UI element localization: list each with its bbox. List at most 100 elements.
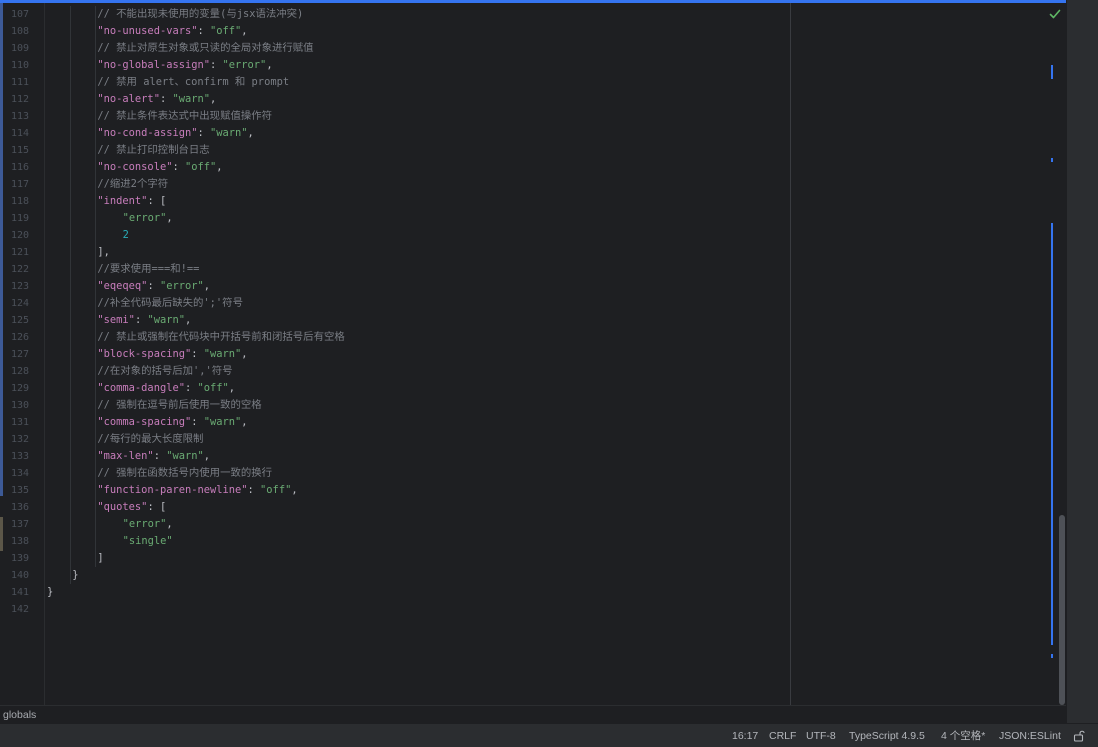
code-line[interactable]: "semi": "warn", <box>97 312 191 329</box>
line-number[interactable]: 136 <box>11 499 41 516</box>
code-token: "error" <box>159 280 204 292</box>
code-line[interactable]: "error", <box>123 210 173 227</box>
code-token: "off" <box>184 161 217 173</box>
line-number[interactable]: 116 <box>11 159 41 176</box>
change-stripe-mark[interactable] <box>1051 65 1053 79</box>
code-line[interactable]: ], <box>97 244 110 261</box>
code-line[interactable]: // 禁止对原生对象或只读的全局对象进行赋值 <box>97 40 313 57</box>
lock-icon[interactable] <box>1073 729 1085 742</box>
code-line[interactable]: } <box>47 584 53 601</box>
code-line[interactable]: // 禁止打印控制台日志 <box>97 142 209 159</box>
code-token: ] <box>97 552 104 564</box>
vertical-scrollbar[interactable] <box>1057 3 1066 705</box>
code-line[interactable]: ] <box>97 550 103 567</box>
line-number[interactable]: 122 <box>11 261 41 278</box>
change-stripe-mark[interactable] <box>1051 158 1053 162</box>
line-number[interactable]: 142 <box>11 601 41 618</box>
line-number[interactable]: 127 <box>11 346 41 363</box>
line-number-gutter[interactable]: 107 108 109 110 111 112 113 114 115 116 117 118 119 1… <box>4 3 44 705</box>
line-number[interactable]: 137 <box>11 516 41 533</box>
code-line[interactable]: } <box>72 567 78 584</box>
error-stripe[interactable] <box>1051 3 1054 705</box>
line-number[interactable]: 117 <box>11 176 41 193</box>
code-line[interactable]: "function-paren-newline": "off", <box>97 482 297 499</box>
line-number[interactable]: 134 <box>11 465 41 482</box>
breadcrumb[interactable]: globals <box>3 707 36 723</box>
code-line[interactable]: "indent": [ <box>97 193 166 210</box>
code-line[interactable]: "no-global-assign": "error", <box>97 57 272 74</box>
line-number[interactable]: 126 <box>11 329 41 346</box>
line-number[interactable]: 108 <box>11 23 41 40</box>
line-number[interactable]: 112 <box>11 91 41 108</box>
line-number[interactable]: 130 <box>11 397 41 414</box>
line-number[interactable]: 107 <box>11 6 41 23</box>
code-line[interactable]: //要求使用===和!== <box>97 261 199 278</box>
code-line[interactable]: //在对象的括号后加','符号 <box>97 363 232 380</box>
code-line[interactable]: "no-alert": "warn", <box>97 91 216 108</box>
line-number[interactable]: 118 <box>11 193 41 210</box>
vcs-modified-marker[interactable] <box>0 3 3 496</box>
line-number[interactable]: 133 <box>11 448 41 465</box>
change-stripe-mark[interactable] <box>1051 223 1053 645</box>
indent-setting[interactable]: 4 个空格* <box>941 729 985 743</box>
line-number[interactable]: 135 <box>11 482 41 499</box>
line-number[interactable]: 132 <box>11 431 41 448</box>
code-line[interactable]: // 强制在逗号前后使用一致的空格 <box>97 397 261 414</box>
code-line[interactable]: "quotes": [ <box>97 499 166 516</box>
line-number[interactable]: 131 <box>11 414 41 431</box>
code-line[interactable]: "no-console": "off", <box>97 159 222 176</box>
line-number[interactable]: 123 <box>11 278 41 295</box>
scrollbar-thumb[interactable] <box>1059 515 1065 705</box>
change-stripe-mark[interactable] <box>1051 654 1053 658</box>
code-token: "warn" <box>166 450 204 462</box>
line-number[interactable]: 125 <box>11 312 41 329</box>
caret-position[interactable]: 16:17 <box>732 729 758 743</box>
file-encoding[interactable]: UTF-8 <box>806 729 836 743</box>
line-number[interactable]: 138 <box>11 533 41 550</box>
line-number[interactable]: 141 <box>11 584 41 601</box>
code-line[interactable]: 2 <box>123 227 129 244</box>
code-line[interactable]: "max-len": "warn", <box>97 448 210 465</box>
code-line[interactable]: "comma-spacing": "warn", <box>97 414 247 431</box>
code-line[interactable]: // 禁止条件表达式中出现赋值操作符 <box>97 108 272 125</box>
line-number[interactable]: 139 <box>11 550 41 567</box>
json-schema[interactable]: JSON:ESLint <box>999 729 1061 743</box>
code-line[interactable]: // 强制在函数括号内使用一致的换行 <box>97 465 272 482</box>
code-line[interactable]: "block-spacing": "warn", <box>97 346 247 363</box>
vcs-changed-marker[interactable] <box>0 517 3 551</box>
line-number[interactable]: 121 <box>11 244 41 261</box>
line-number[interactable]: 128 <box>11 363 41 380</box>
code-token: , <box>228 382 236 394</box>
code-line[interactable]: //每行的最大长度限制 <box>97 431 203 448</box>
line-number[interactable]: 115 <box>11 142 41 159</box>
code-line[interactable]: "no-cond-assign": "warn", <box>97 125 253 142</box>
code-line[interactable]: //补全代码最后缺失的';'符号 <box>97 295 243 312</box>
line-number[interactable]: 129 <box>11 380 41 397</box>
code-line[interactable]: // 禁止或强制在代码块中开括号前和闭括号后有空格 <box>97 329 344 346</box>
language-service[interactable]: TypeScript 4.9.5 <box>849 729 925 743</box>
line-number[interactable]: 111 <box>11 74 41 91</box>
code-token: : <box>172 161 185 173</box>
line-separator[interactable]: CRLF <box>769 729 796 743</box>
line-number[interactable]: 120 <box>11 227 41 244</box>
line-number[interactable]: 113 <box>11 108 41 125</box>
code-token: "warn" <box>203 348 242 360</box>
code-line[interactable]: "eqeqeq": "error", <box>97 278 210 295</box>
line-number[interactable]: 109 <box>11 40 41 57</box>
code-token: , <box>166 518 173 530</box>
code-line[interactable]: // 不能出现未使用的变量(与jsx语法冲突) <box>97 6 303 23</box>
code-line[interactable]: "no-unused-vars": "off", <box>97 23 247 40</box>
code-content[interactable]: // 不能出现未使用的变量(与jsx语法冲突) "no-unused-vars":… <box>46 3 786 705</box>
code-token: "quotes" <box>97 501 148 513</box>
line-number[interactable]: 140 <box>11 567 41 584</box>
line-number[interactable]: 124 <box>11 295 41 312</box>
code-line[interactable]: //缩进2个字符 <box>97 176 168 193</box>
code-line[interactable]: "error", <box>123 516 173 533</box>
code-line[interactable]: "single" <box>123 533 173 550</box>
code-line[interactable]: "comma-dangle": "off", <box>97 380 235 397</box>
line-number[interactable]: 110 <box>11 57 41 74</box>
line-number[interactable]: 114 <box>11 125 41 142</box>
code-line[interactable]: // 禁用 alert、confirm 和 prompt <box>97 74 289 91</box>
line-number[interactable]: 119 <box>11 210 41 227</box>
breadcrumb-bar: globals <box>0 705 1066 723</box>
